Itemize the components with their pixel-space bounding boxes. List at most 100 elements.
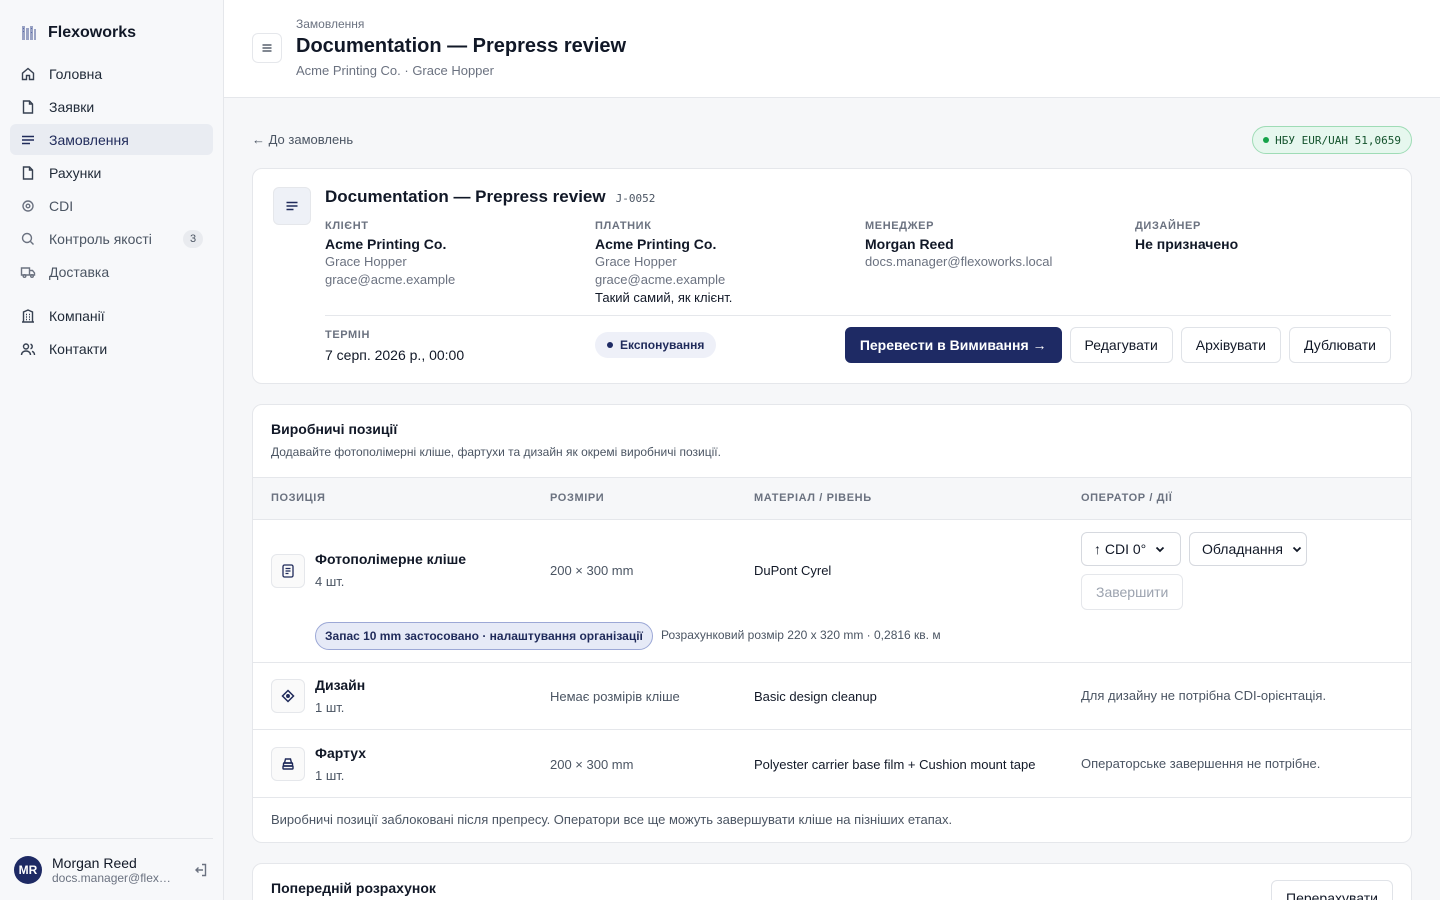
- nav-divider: [10, 289, 213, 300]
- building-icon: [20, 308, 36, 324]
- chevron-down-icon: [1291, 543, 1303, 555]
- archive-button[interactable]: Архівувати: [1180, 327, 1281, 363]
- sidebar-item-delivery[interactable]: Доставка: [10, 256, 213, 287]
- payer-email[interactable]: grace@acme.example: [595, 271, 855, 289]
- edit-button[interactable]: Редагувати: [1069, 327, 1173, 363]
- client-name[interactable]: Acme Printing Co.: [325, 235, 585, 253]
- finish-button[interactable]: Завершити: [1081, 574, 1184, 610]
- client-contact: Grace Hopper: [325, 254, 407, 269]
- row-icon: [271, 554, 305, 588]
- user-panel: MR Morgan Reed docs.manager@flexoworks.l…: [10, 838, 213, 900]
- item-qty: 1 шт.: [315, 768, 345, 783]
- sidebar: Flexoworks Головна Заявки Замовлення Рах…: [0, 0, 224, 900]
- sidebar-item-contacts[interactable]: Контакти: [10, 333, 213, 364]
- item-material: Polyester carrier base film + Cushion mo…: [754, 757, 1036, 772]
- user-name: Morgan Reed: [52, 854, 137, 871]
- text-lines-icon: [284, 198, 300, 214]
- recalculate-button[interactable]: Перерахувати: [1271, 880, 1393, 900]
- file-icon: [20, 99, 36, 115]
- file-icon: [20, 165, 36, 181]
- stage-text: Експонування: [620, 338, 705, 352]
- estimate-card: Попередній розрахунок Перерахувати: [252, 863, 1412, 900]
- search-icon: [20, 231, 36, 247]
- estimate-title: Попередній розрахунок: [271, 880, 436, 896]
- item-name: Фотополімерне кліше: [315, 551, 467, 567]
- order-title-text: Documentation — Prepress review: [325, 187, 606, 206]
- payer-label: ПЛАТНИК: [595, 220, 652, 232]
- users-icon: [20, 341, 36, 357]
- payer-contact: Grace Hopper: [595, 254, 677, 269]
- sidebar-item-requests[interactable]: Заявки: [10, 91, 213, 122]
- item-qty: 1 шт.: [315, 700, 345, 715]
- status-dot-icon: [1263, 137, 1270, 143]
- page-header: Замовлення Documentation — Prepress revi…: [224, 0, 1440, 98]
- manager-name: Morgan Reed: [865, 236, 954, 252]
- brand-name: Flexoworks: [48, 24, 137, 41]
- column-header-size: РОЗМІРИ: [550, 492, 605, 504]
- equipment-select[interactable]: Обладнання: [1189, 532, 1307, 566]
- manager-email[interactable]: docs.manager@flexoworks.local: [865, 253, 1125, 271]
- payer-name[interactable]: Acme Printing Co.: [595, 235, 855, 253]
- divider: [325, 315, 1391, 316]
- order-title: Documentation — Prepress review J-0052: [325, 187, 655, 207]
- home-icon: [20, 66, 36, 82]
- designer-name: Не призначено: [1135, 236, 1239, 252]
- designer-block: ДИЗАЙНЕР Не призначено: [1135, 217, 1395, 253]
- table-row: Фотополімерне кліше 4 шт. 200 × 300 mm D…: [253, 520, 1411, 663]
- advance-stage-button[interactable]: Перевести в Вимивання →: [844, 327, 1062, 363]
- building-grid-icon: [20, 24, 38, 42]
- duplicate-button[interactable]: Дублювати: [1289, 327, 1391, 363]
- main-content: ← До замовлень НБУ EUR/UAH 51,0659 Docum…: [224, 98, 1440, 900]
- diamond-icon: [280, 688, 296, 704]
- sidebar-item-quality[interactable]: Контроль якості 3: [10, 223, 213, 254]
- designer-label: ДИЗАЙНЕР: [1135, 220, 1201, 232]
- order-code: J-0052: [615, 192, 656, 205]
- quality-count-badge: 3: [183, 229, 203, 248]
- margin-applied-badge: Запас 10 mm застосовано · налаштування о…: [315, 622, 653, 650]
- sidebar-nav: Головна Заявки Замовлення Рахунки CDI Ко…: [10, 58, 213, 366]
- sidebar-item-invoices[interactable]: Рахунки: [10, 157, 213, 188]
- production-title: Виробничі позиції: [271, 421, 398, 437]
- brand[interactable]: Flexoworks: [20, 22, 136, 44]
- order-summary-card: Documentation — Prepress review J-0052 К…: [252, 168, 1412, 384]
- list-icon: [20, 132, 36, 148]
- user-info: Morgan Reed docs.manager@flexoworks.loca…: [52, 855, 183, 885]
- sidebar-item-home[interactable]: Головна: [10, 58, 213, 89]
- item-size: Немає розмірів кліше: [550, 689, 680, 704]
- back-to-orders-link[interactable]: ← До замовлень: [252, 132, 353, 147]
- sidebar-item-orders[interactable]: Замовлення: [10, 124, 213, 155]
- operator-note: Операторське завершення не потрібне.: [1081, 756, 1321, 771]
- stack-icon: [280, 756, 296, 772]
- client-email[interactable]: grace@acme.example: [325, 271, 585, 289]
- truck-icon: [20, 264, 36, 280]
- payer-block: ПЛАТНИК Acme Printing Co. Grace Hopper g…: [595, 217, 855, 307]
- cdi-orientation-select[interactable]: ↑ CDI 0°: [1081, 532, 1181, 566]
- production-subtitle: Додавайте фотополімерні кліше, фартухи т…: [271, 445, 721, 459]
- table-row: Фартух 1 шт. 200 × 300 mm Polyester carr…: [253, 730, 1411, 798]
- equipment-select-value: Обладнання: [1202, 541, 1283, 557]
- sidebar-item-companies[interactable]: Компанії: [10, 300, 213, 331]
- chevron-down-icon: [1154, 543, 1166, 555]
- term-value: 7 серп. 2026 р., 00:00: [325, 347, 465, 363]
- sidebar-item-cdi[interactable]: CDI: [10, 190, 213, 221]
- breadcrumb[interactable]: Замовлення: [296, 17, 364, 31]
- item-size: 200 × 300 mm: [550, 563, 634, 578]
- logout-icon[interactable]: [193, 862, 209, 878]
- item-size: 200 × 300 mm: [550, 757, 634, 772]
- cdi-select-value: ↑ CDI 0°: [1094, 541, 1147, 557]
- hamburger-icon: [260, 41, 274, 55]
- document-icon: [280, 563, 296, 579]
- table-row: Дизайн 1 шт. Немає розмірів кліше Basic …: [253, 663, 1411, 730]
- column-header-operator: ОПЕРАТОР / ДІЇ: [1081, 492, 1173, 504]
- item-name: Дизайн: [315, 677, 366, 693]
- order-icon: [273, 187, 311, 225]
- column-header-position: ПОЗИЦІЯ: [271, 492, 326, 504]
- menu-toggle-button[interactable]: [252, 33, 282, 63]
- item-material: Basic design cleanup: [754, 689, 877, 704]
- avatar[interactable]: MR: [14, 855, 42, 884]
- stage-dot-icon: [607, 342, 613, 348]
- term-label: ТЕРМІН: [325, 329, 371, 341]
- order-actions: Перевести в Вимивання → Редагувати Архів…: [844, 327, 1391, 363]
- client-label: КЛІЄНТ: [325, 220, 369, 232]
- manager-label: МЕНЕДЖЕР: [865, 220, 935, 232]
